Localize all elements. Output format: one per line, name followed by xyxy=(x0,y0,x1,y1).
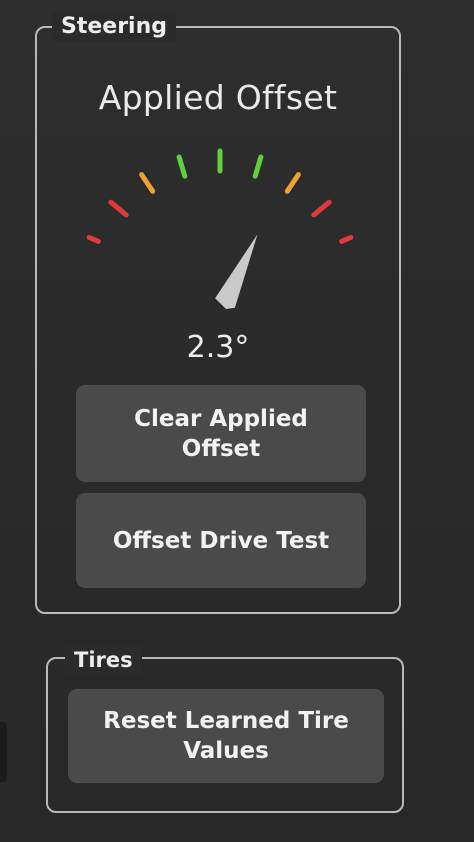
gauge-tick xyxy=(311,199,332,218)
gauge-tick xyxy=(284,172,301,194)
gauge-tick xyxy=(176,154,188,179)
gauge-tick xyxy=(86,235,101,244)
gauge-title: Applied Offset xyxy=(98,78,338,117)
clear-applied-offset-button[interactable]: Clear Applied Offset xyxy=(76,385,366,482)
steering-group: Steering Applied Offset 2.3° Clear Appli… xyxy=(35,12,401,614)
gauge-tick xyxy=(339,235,354,244)
offset-value: 2.3° xyxy=(186,330,250,365)
gauge-tick xyxy=(139,172,156,194)
settings-screen: Steering Applied Offset 2.3° Clear Appli… xyxy=(0,0,474,842)
steering-section-label: Steering xyxy=(52,12,177,42)
gauge-tick xyxy=(252,154,264,179)
tires-section-label: Tires xyxy=(65,645,142,675)
offset-drive-test-button[interactable]: Offset Drive Test xyxy=(76,493,366,588)
gauge-tick xyxy=(108,199,129,218)
gauge-ticks xyxy=(86,148,354,244)
tires-group: Tires Reset Learned Tire Values xyxy=(46,645,404,813)
gauge-needle xyxy=(215,234,258,309)
reset-learned-tire-values-button[interactable]: Reset Learned Tire Values xyxy=(68,689,384,783)
offset-gauge xyxy=(86,148,354,309)
window-edge xyxy=(0,722,7,782)
